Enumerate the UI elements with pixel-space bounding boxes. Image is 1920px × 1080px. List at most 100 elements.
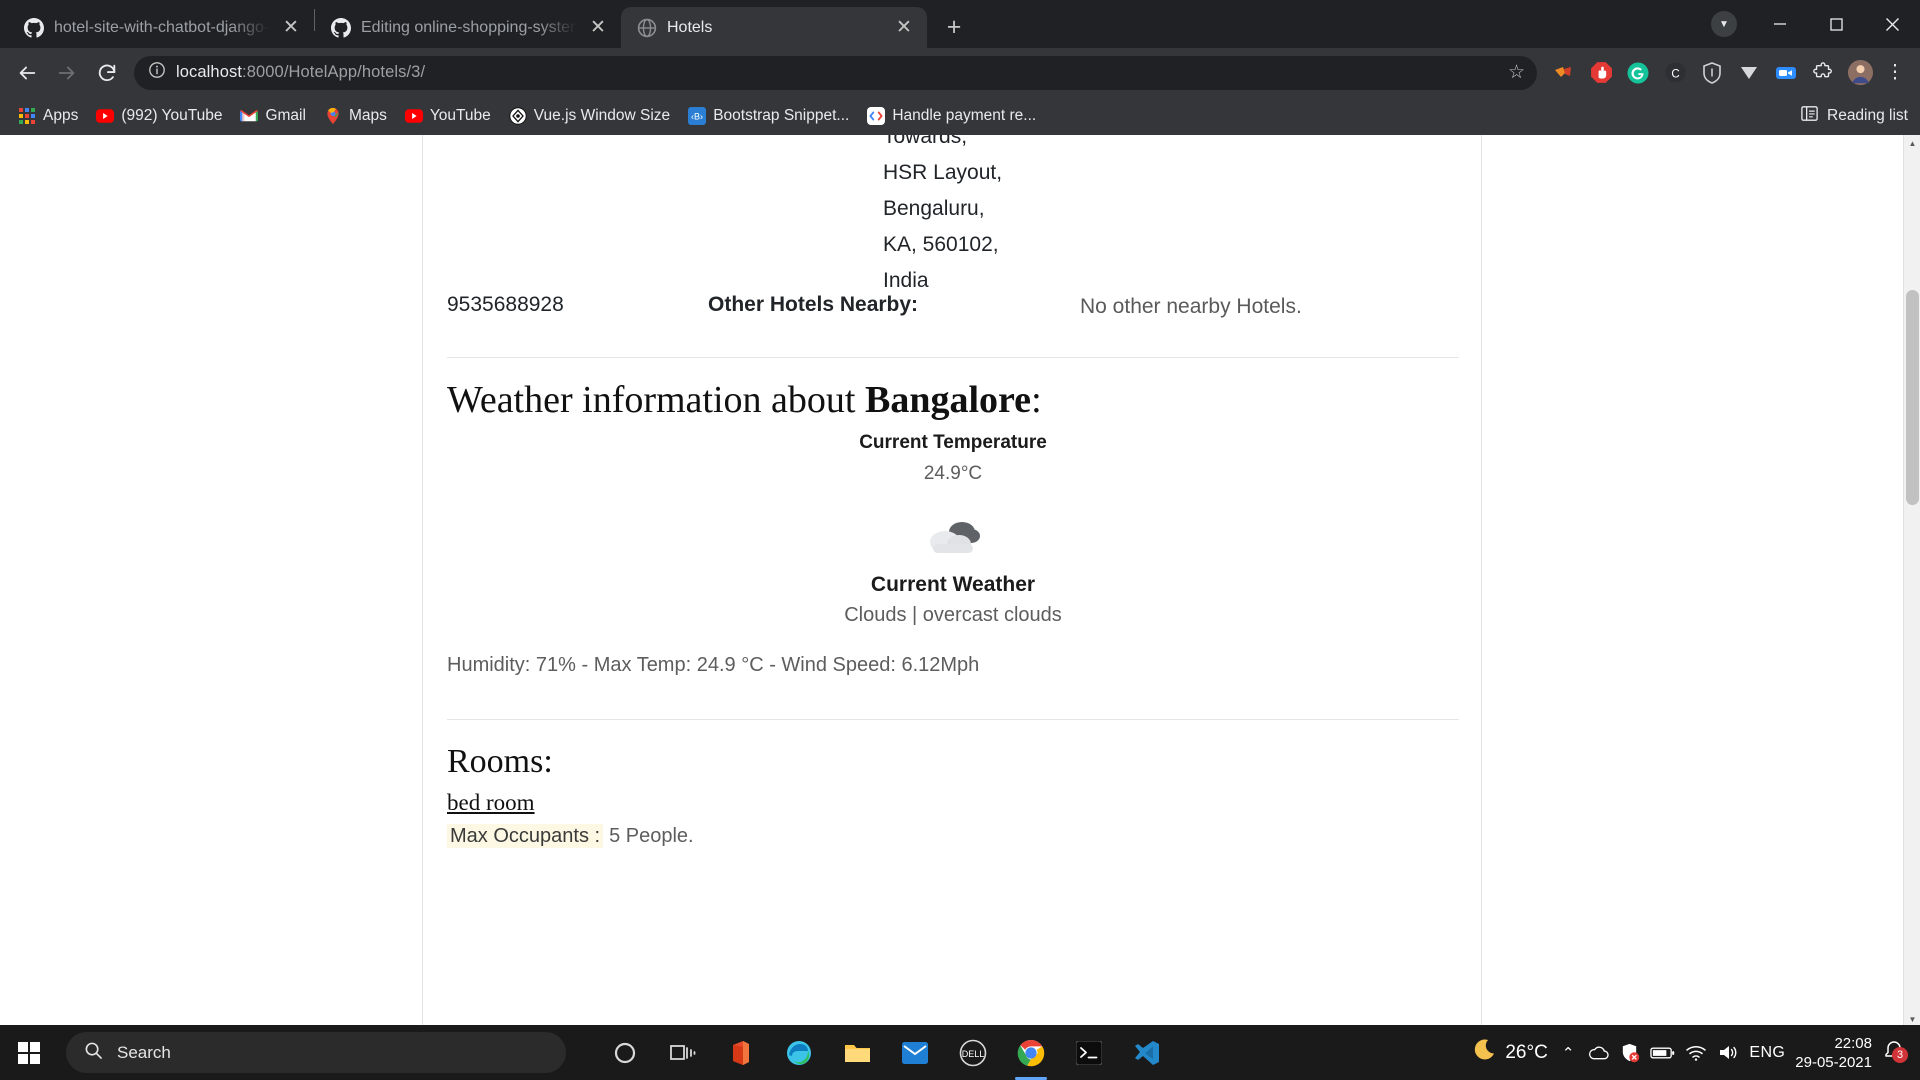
mail-icon[interactable] <box>890 1025 940 1080</box>
github-icon <box>24 17 44 38</box>
grammarly-icon[interactable] <box>1621 56 1655 90</box>
dell-icon[interactable]: DELL <box>948 1025 998 1080</box>
microsoft-edge-icon[interactable] <box>774 1025 824 1080</box>
reload-button[interactable] <box>88 54 126 92</box>
bookmark-label: Gmail <box>265 107 306 124</box>
battery-icon[interactable] <box>1650 1045 1675 1061</box>
weather-widget[interactable]: 26°C <box>1471 1037 1548 1068</box>
maximize-button[interactable] <box>1808 0 1864 48</box>
tab-strip: hotel-site-with-chatbot-django-m ✕ Editi… <box>0 0 1920 48</box>
tray-overflow-icon[interactable]: ⌃ <box>1558 1044 1579 1062</box>
chrome-menu-icon[interactable]: ⋮ <box>1880 61 1910 84</box>
divider-bottom <box>447 719 1459 720</box>
page-scrollbar[interactable]: ▲ ▼ <box>1903 135 1920 1028</box>
reading-list-label: Reading list <box>1827 107 1908 124</box>
profile-avatar-icon[interactable] <box>1843 56 1877 90</box>
puzzle-extensions-icon[interactable] <box>1806 56 1840 90</box>
address-line: Bengaluru, <box>883 197 985 220</box>
svg-text:DELL: DELL <box>962 1049 985 1059</box>
adobe-acrobat-icon[interactable] <box>1547 56 1581 90</box>
tab-close-icon[interactable]: ✕ <box>280 17 302 39</box>
bookmark-bootstrap-snippet[interactable]: ‹B› Bootstrap Snippet... <box>680 102 857 130</box>
url-text: localhost:8000/HotelApp/hotels/3/ <box>176 63 426 81</box>
moon-icon <box>1471 1037 1497 1068</box>
bookmark-label: Apps <box>43 107 79 124</box>
bookmark-youtube[interactable]: YouTube <box>397 102 499 130</box>
zoom-icon[interactable] <box>1769 56 1803 90</box>
windows-start-icon[interactable] <box>0 1025 58 1080</box>
weather-heading-prefix: Weather information about <box>447 379 865 421</box>
tab-2-active[interactable]: Hotels ✕ <box>621 7 927 48</box>
svg-text:C: C <box>1671 68 1679 80</box>
taskbar-search-placeholder: Search <box>117 1042 171 1062</box>
divider-top <box>447 357 1459 358</box>
tab-close-icon[interactable]: ✕ <box>893 17 915 39</box>
address-line: KA, 560102, <box>883 233 999 256</box>
bookmark-star-icon[interactable]: ☆ <box>1508 61 1525 84</box>
bookmark-vuejs-window-size[interactable]: Vue.js Window Size <box>501 102 678 130</box>
address-bar[interactable]: localhost:8000/HotelApp/hotels/3/ ☆ <box>134 55 1537 90</box>
browser-window: hotel-site-with-chatbot-django-m ✕ Editi… <box>0 0 1920 1080</box>
antivirus-icon[interactable] <box>1619 1042 1640 1063</box>
tab-0[interactable]: hotel-site-with-chatbot-django-m ✕ <box>8 7 314 48</box>
system-tray: 26°C ⌃ ENG 22:08 29-05-2021 3 <box>1471 1025 1920 1080</box>
bookmark-apps[interactable]: Apps <box>10 102 86 130</box>
current-temperature-value: 24.9°C <box>923 463 983 484</box>
office-icon[interactable] <box>716 1025 766 1080</box>
new-tab-button[interactable]: + <box>937 10 971 44</box>
taskbar-clock[interactable]: 22:08 29-05-2021 <box>1795 1034 1872 1072</box>
nearby-hotels-value: No other nearby Hotels. <box>1080 295 1302 318</box>
weather-icon-wrap <box>447 515 1459 564</box>
back-button[interactable] <box>8 54 46 92</box>
scrollbar-thumb[interactable] <box>1906 290 1919 505</box>
weather-heading: Weather information about Bangalore: <box>447 378 1042 422</box>
max-occupants-label: Max Occupants : <box>447 824 604 848</box>
tab-1[interactable]: Editing online-shopping-system-a ✕ <box>315 7 621 48</box>
minimize-button[interactable] <box>1752 0 1808 48</box>
vs-code-icon[interactable] <box>1122 1025 1172 1080</box>
terminal-icon[interactable] <box>1064 1025 1114 1080</box>
profile-caret-button[interactable]: ▼ <box>1696 0 1752 48</box>
file-explorer-icon[interactable] <box>832 1025 882 1080</box>
wifi-icon[interactable] <box>1685 1044 1707 1062</box>
info-circle-icon[interactable] <box>148 61 166 84</box>
page-viewport: Towards, HSR Layout, Bengaluru, KA, 5601… <box>0 135 1920 1028</box>
bookmark-label: Vue.js Window Size <box>533 107 671 124</box>
weather-heading-suffix: : <box>1031 379 1042 421</box>
current-temperature-label: Current Temperature <box>859 432 1047 453</box>
google-chrome-icon[interactable] <box>1006 1025 1056 1080</box>
onedrive-icon[interactable] <box>1588 1044 1610 1062</box>
tab-title: Editing online-shopping-system-a <box>361 18 577 36</box>
bootstrap-icon: ‹B› <box>688 107 707 125</box>
weather-details: Humidity: 71% - Max Temp: 24.9 °C - Wind… <box>447 654 980 676</box>
bookmark-youtube-992[interactable]: (992) YouTube <box>88 102 230 130</box>
reading-list-icon <box>1800 104 1819 128</box>
bookmark-gmail[interactable]: Gmail <box>232 102 313 130</box>
clickup-icon[interactable]: C <box>1658 56 1692 90</box>
youtube-icon <box>96 107 115 125</box>
notification-count-badge: 3 <box>1892 1047 1908 1063</box>
code-brackets-icon <box>867 107 886 125</box>
forward-button[interactable] <box>48 54 86 92</box>
notification-center-button[interactable]: 3 <box>1882 1038 1908 1067</box>
scroll-up-arrow[interactable]: ▲ <box>1904 135 1920 152</box>
reading-list-button[interactable]: Reading list <box>1800 104 1908 128</box>
close-window-button[interactable] <box>1864 0 1920 48</box>
globe-icon <box>637 18 657 38</box>
windows-taskbar: Search DELL 26°C ⌃ ENG 22:08 29-05-2021 … <box>0 1025 1920 1080</box>
brave-shield-icon[interactable] <box>1695 56 1729 90</box>
room-link-bed-room[interactable]: bed room <box>447 790 535 816</box>
vimeo-icon[interactable] <box>1732 56 1766 90</box>
bookmark-maps[interactable]: Maps <box>316 102 395 130</box>
hotel-phone: 9535688928 <box>447 293 564 316</box>
volume-icon[interactable] <box>1717 1043 1739 1062</box>
weather-temperature: 26°C <box>1505 1041 1548 1063</box>
language-indicator[interactable]: ENG <box>1749 1044 1785 1062</box>
address-line: HSR Layout, <box>883 161 1003 184</box>
tab-close-icon[interactable]: ✕ <box>587 17 609 39</box>
bookmark-handle-payment[interactable]: Handle payment re... <box>859 102 1044 130</box>
taskbar-search-box[interactable]: Search <box>66 1032 566 1073</box>
adblock-icon[interactable] <box>1584 56 1618 90</box>
cortana-icon[interactable] <box>600 1025 650 1080</box>
task-view-icon[interactable] <box>658 1025 708 1080</box>
